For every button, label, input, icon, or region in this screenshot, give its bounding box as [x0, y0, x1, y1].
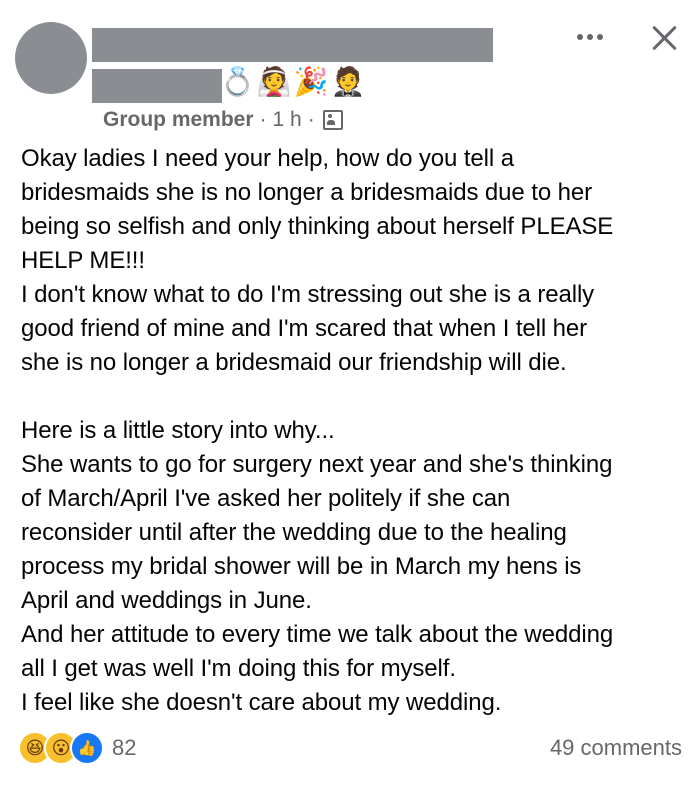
post-body: Okay ladies I need your help, how do you… [21, 142, 693, 720]
dot-icon [597, 34, 603, 40]
post-meta: Group member · 1 h · [103, 108, 343, 132]
post-line: And her attitude to every time we talk a… [21, 621, 614, 648]
post-line: of March/April I've asked her politely i… [21, 485, 511, 512]
post-line: good friend of mine and I'm scared that … [21, 315, 588, 342]
member-role-badge[interactable]: Group member [103, 108, 254, 132]
redacted-author-name[interactable] [92, 28, 493, 62]
groom-emoji-icon: 🤵 [330, 65, 366, 98]
post-card: 💍 👰 🎉 🤵 Group member · 1 h · Okay ladies… [0, 0, 700, 801]
dot-icon [577, 34, 583, 40]
close-icon[interactable] [644, 18, 684, 58]
post-line: I don't know what to do I'm stressing ou… [21, 281, 595, 308]
post-line: process my bridal shower will be in Marc… [21, 553, 582, 580]
post-line: I feel like she doesn't care about my we… [21, 689, 502, 716]
post-line: bridesmaids she is no longer a bridesmai… [21, 179, 593, 206]
post-line: HELP ME!!! [21, 247, 145, 274]
dot-icon [587, 34, 593, 40]
meta-separator: · [259, 108, 267, 131]
reactions-summary[interactable]: 😆 😮 👍 82 [18, 731, 136, 765]
avatar[interactable] [15, 22, 87, 94]
author-emoji-row: 💍 👰 🎉 🤵 [220, 62, 366, 102]
post-line: Here is a little story into why... [21, 417, 335, 444]
post-footer: 😆 😮 👍 82 49 comments [18, 730, 682, 766]
post-line: She wants to go for surgery next year an… [21, 451, 613, 478]
post-line: reconsider until after the wedding due t… [21, 519, 567, 546]
post-line: all I get was well I'm doing this for my… [21, 655, 456, 682]
meta-separator-2: · [307, 108, 315, 131]
post-line: April and weddings in June. [21, 587, 312, 614]
like-reaction-icon: 👍 [70, 731, 104, 765]
redacted-author-name-line2 [92, 69, 222, 103]
post-line: she is no longer a bridesmaid our friend… [21, 349, 567, 376]
comments-link[interactable]: 49 comments [550, 735, 682, 761]
reaction-count[interactable]: 82 [112, 735, 136, 761]
group-audience-icon [322, 110, 343, 130]
party-popper-emoji-icon: 🎉 [293, 65, 329, 98]
post-line: Okay ladies I need your help, how do you… [21, 145, 514, 172]
post-timestamp[interactable]: 1 h [273, 108, 302, 132]
bride-emoji-icon: 👰 [256, 65, 292, 98]
post-line: being so selfish and only thinking about… [21, 213, 614, 240]
ring-emoji-icon: 💍 [220, 65, 255, 98]
more-options-button[interactable] [568, 22, 612, 52]
